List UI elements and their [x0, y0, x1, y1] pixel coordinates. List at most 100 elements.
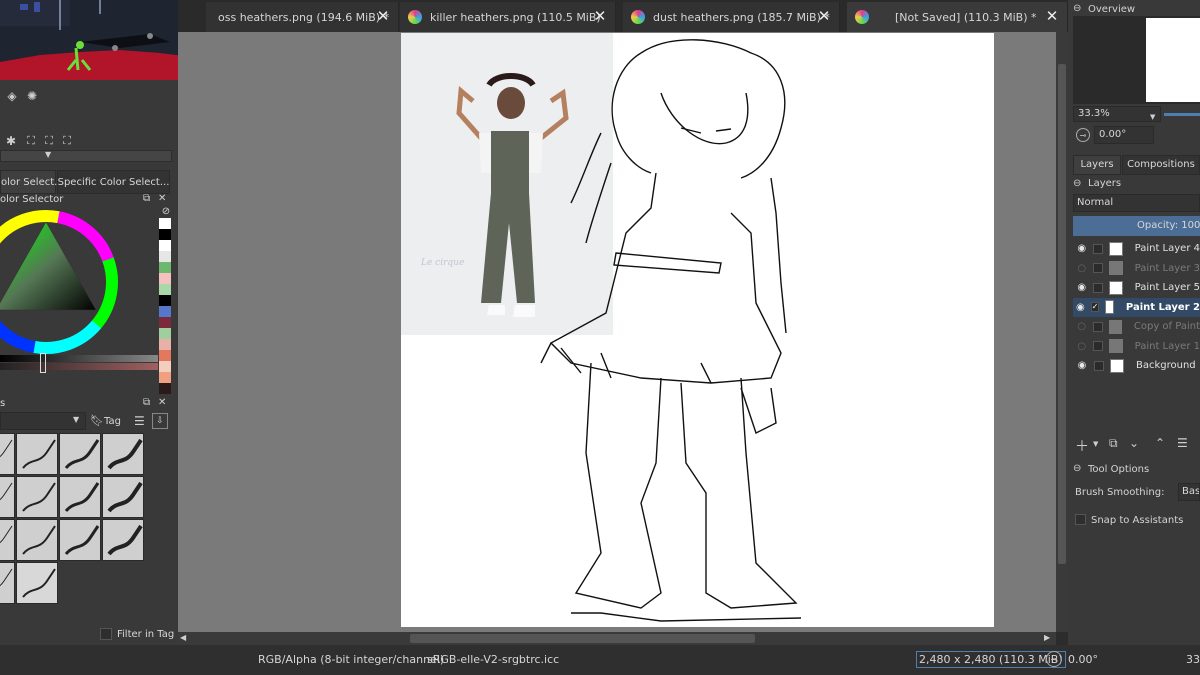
tab-document-2[interactable]: killer heathers.png (110.5 MiB) ✕	[400, 2, 616, 32]
palette-swatch[interactable]	[159, 339, 171, 350]
brush-preset[interactable]	[0, 433, 15, 475]
layer-row[interactable]: ◉ Paint Layer 5	[1073, 278, 1200, 297]
brush-preset[interactable]	[59, 433, 101, 475]
visibility-eye-icon[interactable]: ◉	[1076, 282, 1087, 293]
layer-select-checkbox[interactable]: ✓	[1090, 302, 1100, 312]
filter-in-tag-checkbox[interactable]	[100, 628, 112, 640]
move-down-icon[interactable]: ⌄	[1129, 436, 1139, 450]
close-icon[interactable]: ✕	[376, 9, 390, 24]
rotation-status[interactable]: 0.00°	[1068, 653, 1098, 666]
bookmark-icon[interactable]: 🔖︎	[90, 414, 104, 427]
rotation-input[interactable]: 0.00°	[1094, 126, 1154, 144]
float-docker-icon[interactable]: ⧉	[143, 193, 150, 204]
layer-row[interactable]: ○ Paint Layer 3	[1073, 259, 1200, 278]
palette-swatch[interactable]	[159, 218, 171, 229]
color-profile-label[interactable]: sRGB-elle-V2-srgbtrc.icc	[427, 653, 559, 666]
brush-preset[interactable]	[59, 476, 101, 518]
brush-preset[interactable]	[102, 519, 144, 561]
brush-preset[interactable]	[0, 562, 15, 604]
brush-preset[interactable]	[16, 433, 58, 475]
overview-thumbnail[interactable]	[1073, 16, 1200, 104]
toolbox-collapse-bar[interactable]: ▼	[0, 150, 172, 162]
tag-label[interactable]: Tag	[104, 416, 121, 427]
visibility-eye-icon[interactable]: ◉	[1076, 243, 1087, 254]
scrollbar-thumb[interactable]	[1058, 64, 1066, 564]
brush-preset[interactable]	[16, 476, 58, 518]
tab-layers[interactable]: Layers	[1073, 155, 1121, 175]
collapse-icon[interactable]: ⊖	[1073, 178, 1081, 189]
scroll-left-icon[interactable]: ◀	[180, 633, 186, 642]
image-size-label[interactable]: 2,480 x 2,480 (110.3 MiB)	[916, 651, 1066, 668]
visibility-eye-icon[interactable]: ○	[1076, 263, 1087, 274]
brush-preset[interactable]	[0, 519, 15, 561]
layer-row[interactable]: ○ Copy of Paint	[1073, 317, 1200, 336]
layer-select-checkbox[interactable]	[1093, 263, 1104, 273]
color-model-label[interactable]: RGB/Alpha (8-bit integer/channel)	[258, 653, 444, 666]
layer-row[interactable]: ○ Paint Layer 1	[1073, 337, 1200, 356]
tab-advanced-color-selector[interactable]: olor Select...	[0, 170, 64, 194]
layer-select-checkbox[interactable]	[1093, 341, 1104, 351]
palette-swatch[interactable]	[159, 306, 171, 317]
import-icon[interactable]: ⇩	[152, 413, 168, 429]
visibility-eye-icon[interactable]: ◉	[1076, 302, 1085, 313]
rotation-icon[interactable]: ⊸	[1076, 128, 1090, 142]
duplicate-layer-icon[interactable]: ⧉	[1109, 436, 1118, 451]
scroll-right-icon[interactable]: ▶	[1044, 633, 1050, 642]
slider-handle[interactable]	[40, 353, 46, 373]
brush-preset[interactable]	[16, 562, 58, 604]
palette-swatch[interactable]	[159, 273, 171, 284]
fill-tool-icon[interactable]: ◈	[4, 88, 20, 104]
float-docker-icon[interactable]: ⧉	[143, 397, 150, 408]
palette-swatch[interactable]	[159, 229, 171, 240]
reset-color-icon[interactable]: ⊘	[159, 206, 173, 218]
opacity-slider[interactable]: Opacity: 100%	[1073, 216, 1200, 236]
tab-document-3[interactable]: dust heathers.png (185.7 MiB) * ✕	[623, 2, 840, 32]
similar-select-icon[interactable]: ⛶	[24, 134, 38, 148]
horizontal-scrollbar[interactable]: ◀ ▶	[178, 632, 1056, 645]
brush-preset[interactable]	[102, 476, 144, 518]
magic-wand-icon[interactable]: ✱	[4, 134, 18, 148]
palette-swatch[interactable]	[159, 317, 171, 328]
chevron-down-icon[interactable]: ▼	[1093, 440, 1098, 448]
zoom-slider[interactable]	[1164, 113, 1200, 116]
close-icon[interactable]: ✕	[817, 9, 831, 24]
palette-swatch[interactable]	[159, 295, 171, 306]
close-docker-icon[interactable]: ✕	[158, 397, 166, 408]
tab-document-1[interactable]: oss heathers.png (194.6 MiB) * ✕	[206, 2, 399, 32]
palette-swatch[interactable]	[159, 372, 171, 383]
color-wheel[interactable]	[0, 206, 158, 376]
brush-category-dropdown[interactable]: ▼	[0, 412, 86, 430]
value-slider[interactable]	[0, 355, 158, 362]
close-icon[interactable]: ✕	[1045, 9, 1059, 24]
palette-swatch[interactable]	[159, 328, 171, 339]
visibility-eye-icon[interactable]: ◉	[1076, 360, 1088, 371]
rotation-icon[interactable]: ⊸	[1046, 651, 1062, 667]
layer-row[interactable]: ◉ ✓ Paint Layer 2	[1073, 297, 1200, 317]
close-docker-icon[interactable]: ✕	[158, 193, 166, 204]
palette-swatch[interactable]	[159, 284, 171, 295]
palette-swatch[interactable]	[159, 350, 171, 361]
palette-swatch[interactable]	[159, 262, 171, 273]
palette-swatch[interactable]	[159, 251, 171, 262]
add-layer-icon[interactable]: ＋	[1075, 436, 1089, 456]
zoom-dropdown[interactable]: 33.3% ▼	[1073, 106, 1161, 122]
brush-preset[interactable]	[102, 433, 144, 475]
tab-compositions[interactable]: Compositions	[1122, 155, 1200, 175]
visibility-eye-icon[interactable]: ○	[1076, 321, 1087, 332]
palette-swatch[interactable]	[159, 361, 171, 372]
magnetic-select-icon[interactable]: ⛶	[60, 134, 74, 148]
tab-document-active[interactable]: [Not Saved] (110.3 MiB) * ✕	[847, 2, 1068, 32]
collapse-icon[interactable]: ⊖	[1073, 3, 1081, 14]
menu-icon[interactable]: ☰	[134, 414, 145, 428]
palette-swatch[interactable]	[159, 383, 171, 394]
snap-to-assistants-checkbox[interactable]	[1075, 514, 1086, 525]
palette-swatch[interactable]	[159, 240, 171, 251]
saturation-slider[interactable]	[0, 363, 158, 370]
layer-select-checkbox[interactable]	[1093, 243, 1104, 254]
layer-select-checkbox[interactable]	[1094, 360, 1104, 371]
brush-smoothing-dropdown[interactable]: Basi	[1178, 483, 1200, 501]
visibility-eye-icon[interactable]: ○	[1076, 341, 1087, 352]
layer-row[interactable]: ◉ Paint Layer 4	[1073, 239, 1200, 258]
brush-preset[interactable]	[59, 519, 101, 561]
blend-mode-dropdown[interactable]: Normal	[1073, 194, 1200, 212]
